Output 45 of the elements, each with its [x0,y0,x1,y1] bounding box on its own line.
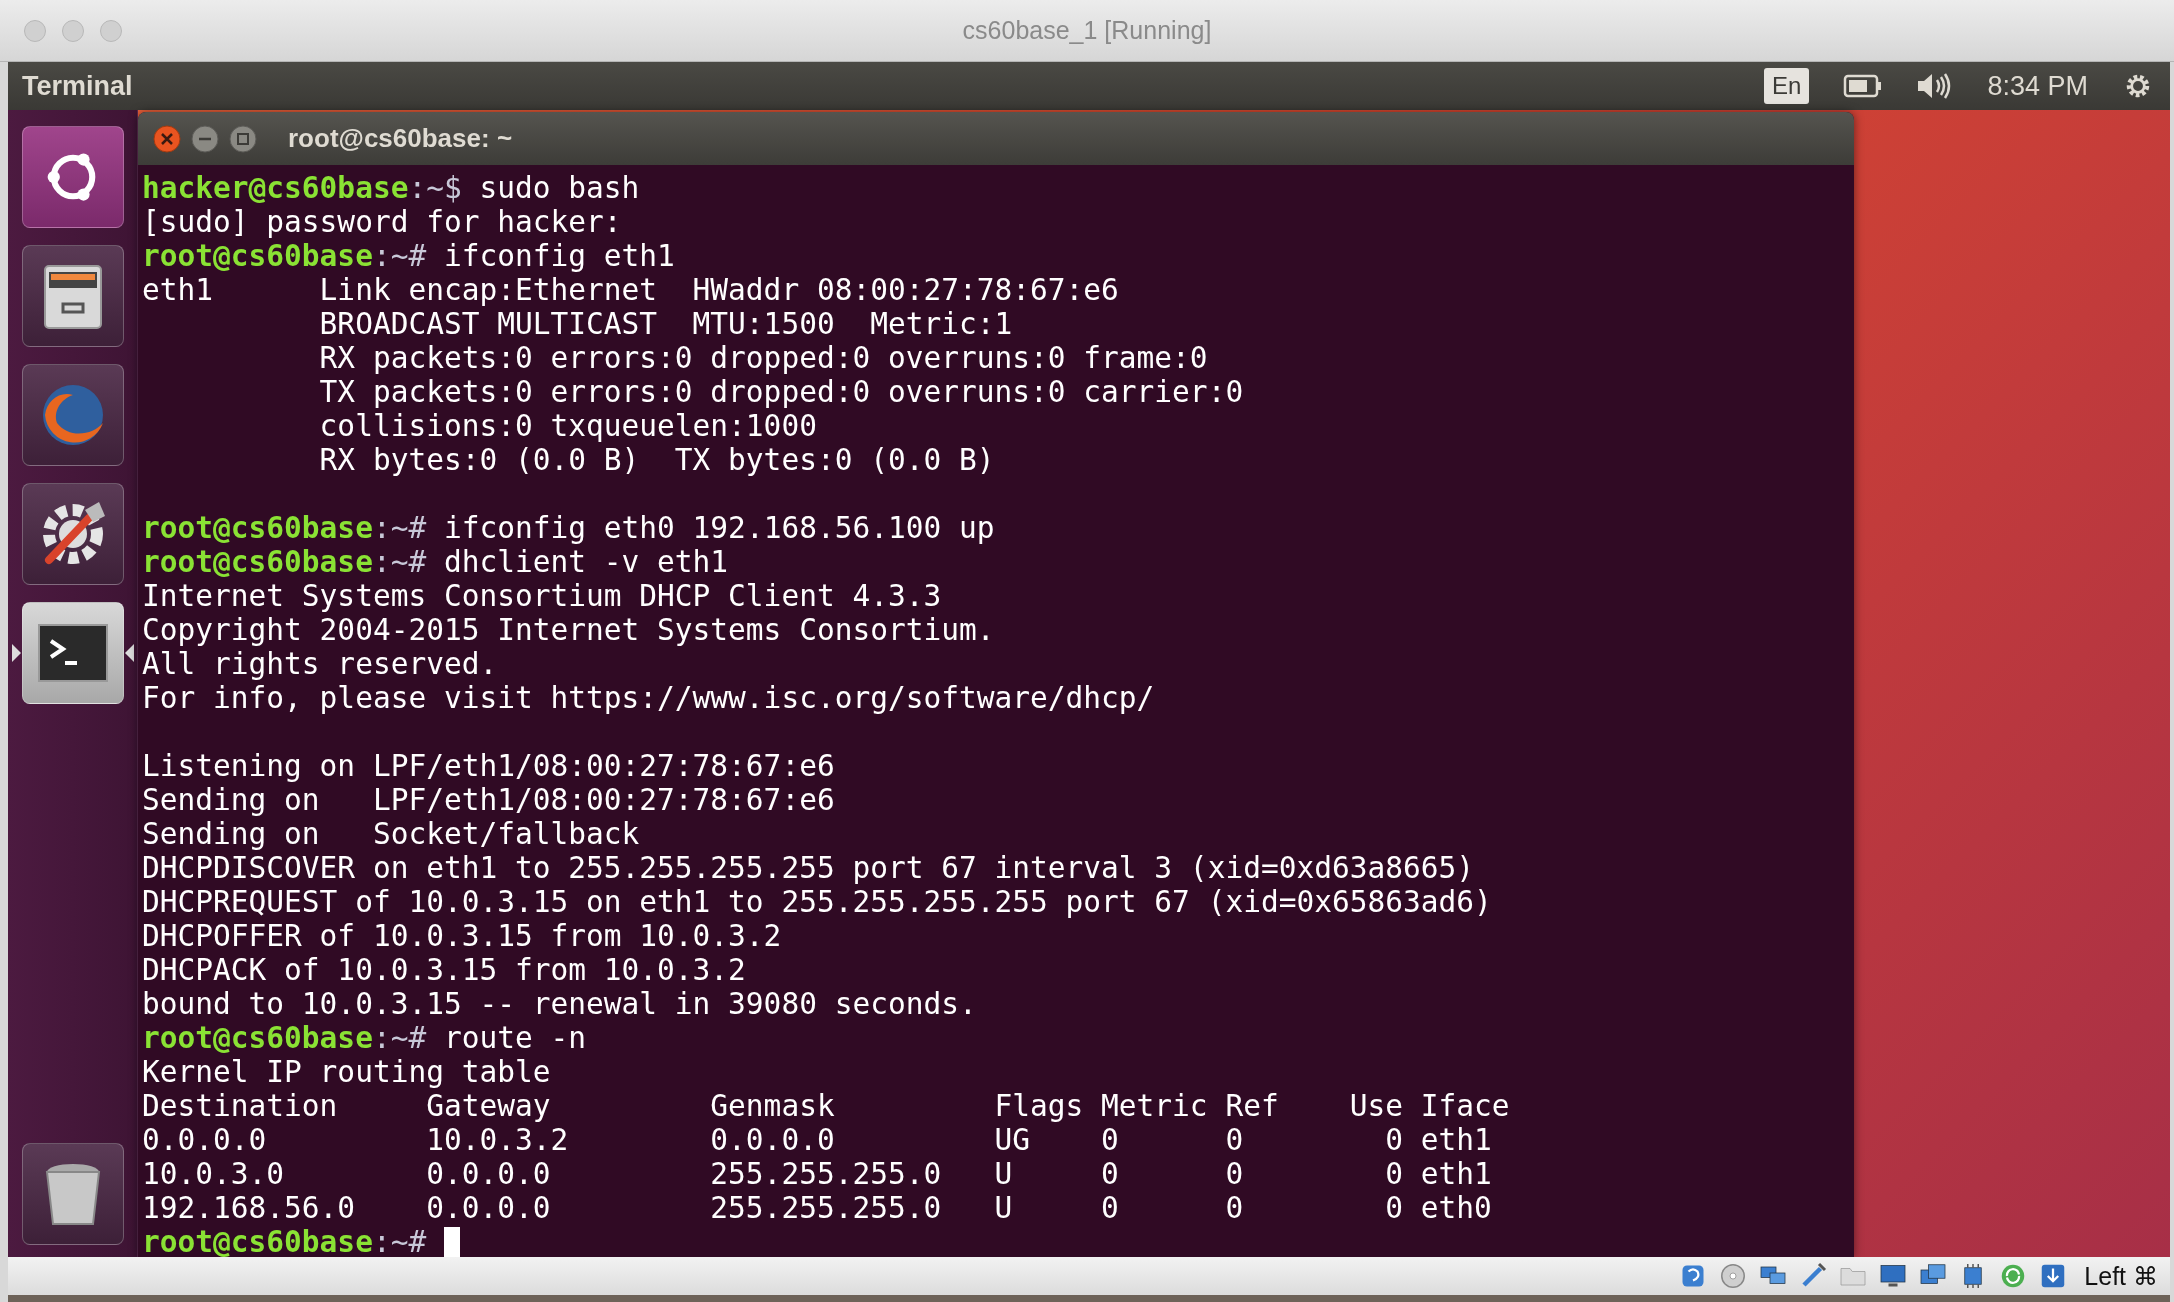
files-launcher-button[interactable] [21,245,124,347]
output-line: DHCPACK of 10.0.3.15 from 10.0.3.2 [142,953,746,987]
prompt-line: hacker@cs60base:~$ sudo bash [142,171,640,205]
output-line: DHCPOFFER of 10.0.3.15 from 10.0.3.2 [142,919,782,953]
output-line: collisions:0 txqueuelen:1000 [318,409,817,443]
output-line: Destination Gateway Genmask Flags Metric Ref Use Iface [142,1089,1510,1123]
output-line: RX packets:0 errors:0 dropped:0 overruns:0 frame:0 [318,341,1208,375]
close-icon[interactable] [152,123,182,154]
maximize-icon[interactable] [228,123,258,154]
settings-launcher-button[interactable] [21,483,124,585]
output-line: 0.0.0.0 10.0.3.2 0.0.0.0 UG 0 0 0 eth1 [142,1123,1492,1157]
dash-launcher-button[interactable] [21,126,124,228]
prompt-line: root@cs60base:~# dhclient -v eth1 [142,545,729,579]
output-line: BROADCAST MULTICAST MTU:1500 Metric:1 [318,307,1013,341]
output-line: DHCPDISCOVER on eth1 to 255.255.255.255 port 67 interval 3 (xid=0xd63a8665) [142,851,1475,885]
output-line: Listening on LPF/eth1/08:00:27:78:67:e6 [142,749,835,783]
browser-launcher-button[interactable] [21,364,124,466]
output-line: RX bytes:0 (0.0 B) TX bytes:0 (0.0 B) [318,443,995,477]
trash-launcher-button[interactable] [21,1143,124,1245]
terminal-title: root@cs60base: ~ [288,123,513,154]
output-line: [sudo] password for hacker: [142,205,622,239]
keyboard-layout-indicator[interactable]: En [1764,68,1810,104]
output-line: For info, please visit https://www.isc.org/software/dhcp/ [142,681,1155,715]
prompt-line: root@cs60base:~# ifconfig eth0 192.168.56.100 up [142,511,995,545]
output-line: Sending on Socket/fallback [142,817,640,851]
prompt-line: root@cs60base:~# ifconfig eth1 [142,239,675,273]
output-line: 192.168.56.0 0.0.0.0 255.255.255.0 U 0 0 0 eth0 [142,1191,1492,1225]
minimize-icon[interactable] [190,123,220,154]
output-line: Internet Systems Consortium DHCP Client 4.3.3 [142,579,942,613]
output-line: DHCPREQUEST of 10.0.3.15 on eth1 to 255.255.255.255 port 67 (xid=0x65863ad6) [142,885,1492,919]
output-line: Sending on LPF/eth1/08:00:27:78:67:e6 [142,783,835,817]
prompt-line: root@cs60base:~# route -n [142,1021,587,1055]
output-line: bound to 10.0.3.15 -- renewal in 39080 seconds. [142,987,977,1021]
host-key-label: Left ⌘ [2084,1261,2158,1291]
output-line: TX packets:0 errors:0 dropped:0 overruns:0 carrier:0 [318,375,1244,409]
window-title: cs60base_1 [Running] [962,16,1212,45]
app-name: Terminal [22,70,134,102]
output-line: 10.0.3.0 0.0.0.0 255.255.255.0 U 0 0 0 eth1 [142,1157,1492,1191]
prompt-line: root@cs60base:~# [142,1225,427,1257]
output-line: Copyright 2004-2015 Internet Systems Consortium. [142,613,995,647]
output-line: Kernel IP routing table [142,1055,551,1089]
terminal-launcher-button[interactable] [21,602,124,704]
output-line: All rights reserved. [142,647,498,681]
clock[interactable]: 8:34 PM [1987,70,2088,102]
output-line: eth1 Link encap:Ethernet HWaddr 08:00:27:78:67:e6 [142,273,1119,307]
